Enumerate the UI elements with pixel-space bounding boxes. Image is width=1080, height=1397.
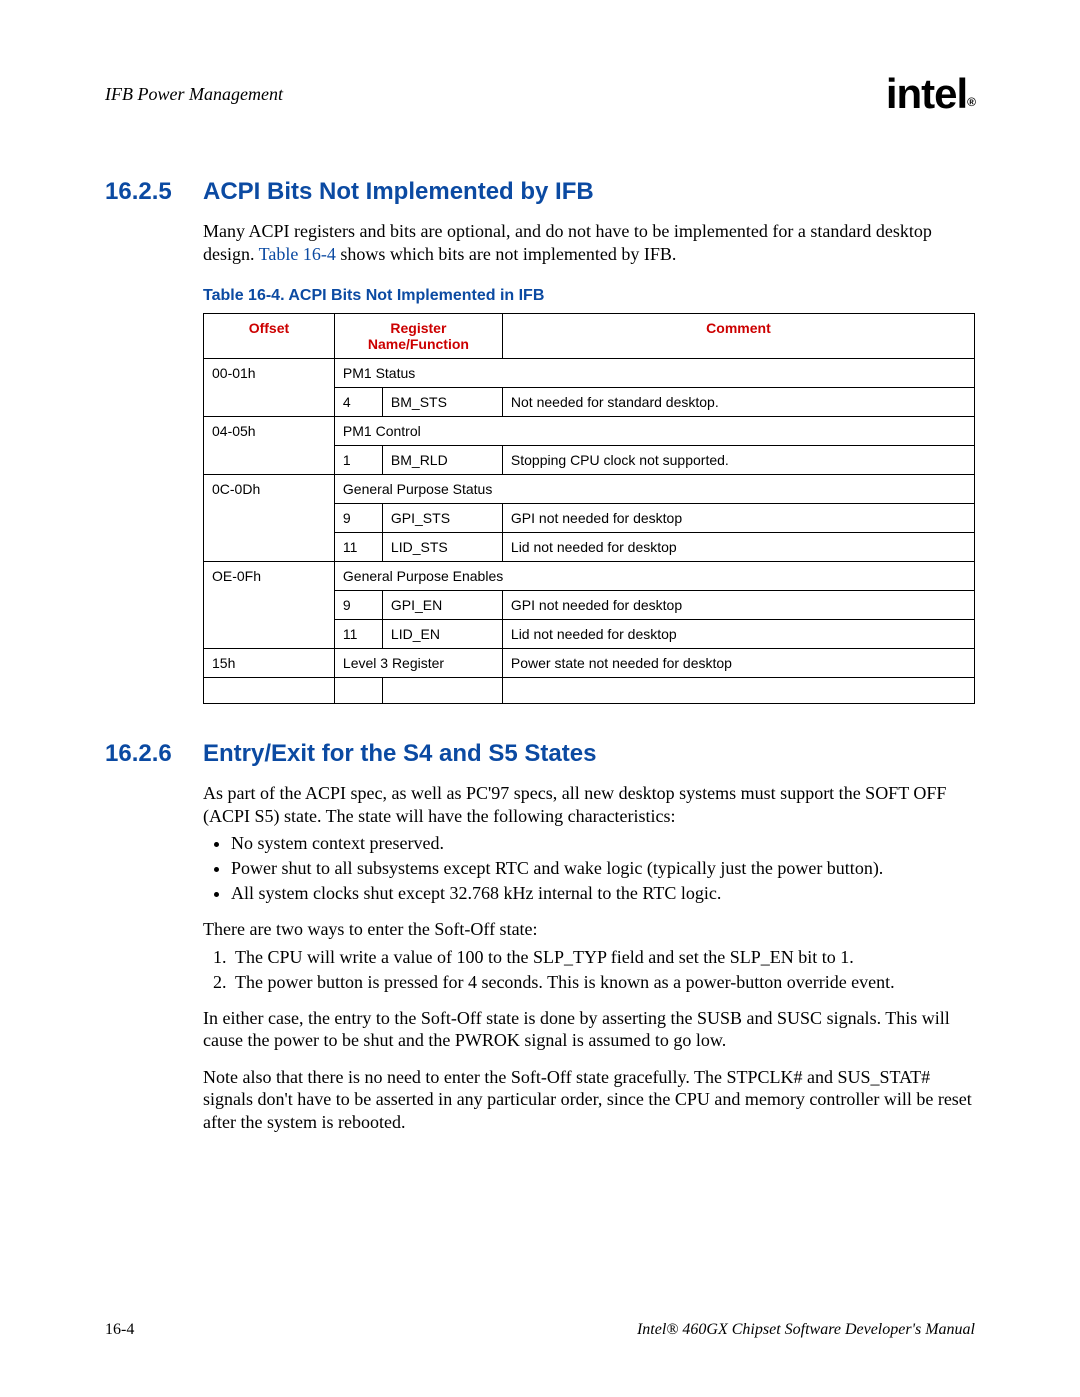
para: There are two ways to enter the Soft-Off… xyxy=(203,918,975,941)
cell-bit: 11 xyxy=(334,533,382,562)
table-row: 0C-0Dh General Purpose Status xyxy=(204,475,975,504)
cell-comment: Not needed for standard desktop. xyxy=(502,388,974,417)
cell-empty xyxy=(382,678,502,704)
section-number: 16.2.5 xyxy=(105,178,203,206)
bullet-list: No system context preserved. Power shut … xyxy=(231,833,975,904)
page-number: 16-4 xyxy=(105,1321,134,1339)
section-body: As part of the ACPI spec, as well as PC'… xyxy=(203,782,975,1133)
cell-offset: 0C-0Dh xyxy=(204,475,335,562)
logo-text: intel xyxy=(886,70,967,117)
list-item: The CPU will write a value of 100 to the… xyxy=(231,947,975,968)
cell-empty xyxy=(204,678,335,704)
cell-name: BM_STS xyxy=(382,388,502,417)
cell-offset: OE-0Fh xyxy=(204,562,335,649)
cell-comment: Lid not needed for desktop xyxy=(502,533,974,562)
intro-para: Many ACPI registers and bits are optiona… xyxy=(203,220,975,265)
para: In either case, the entry to the Soft-Of… xyxy=(203,1007,975,1052)
table-header-row: Offset Register Name/Function Comment xyxy=(204,314,975,359)
col-comment: Comment xyxy=(502,314,974,359)
section-title: Entry/Exit for the S4 and S5 States xyxy=(203,740,596,768)
cell-comment: Stopping CPU clock not supported. xyxy=(502,446,974,475)
list-item: No system context preserved. xyxy=(231,833,975,854)
cell-comment: GPI not needed for desktop xyxy=(502,504,974,533)
cell-group: General Purpose Enables xyxy=(334,562,974,591)
cell-empty xyxy=(334,678,382,704)
page-header: IFB Power Management intel® xyxy=(105,70,975,118)
col-offset: Offset xyxy=(204,314,335,359)
cell-comment: Lid not needed for desktop xyxy=(502,620,974,649)
cell-name: Level 3 Register xyxy=(334,649,502,678)
numbered-list: The CPU will write a value of 100 to the… xyxy=(231,947,975,993)
section-heading: 16.2.5 ACPI Bits Not Implemented by IFB xyxy=(105,178,975,206)
cell-offset: 04-05h xyxy=(204,417,335,475)
cell-bit: 4 xyxy=(334,388,382,417)
acpi-bits-table: Offset Register Name/Function Comment 00… xyxy=(203,313,975,704)
list-item: All system clocks shut except 32.768 kHz… xyxy=(231,883,975,904)
table-caption: Table 16-4. ACPI Bits Not Implemented in… xyxy=(203,287,975,305)
section-body: Many ACPI registers and bits are optiona… xyxy=(203,220,975,704)
cell-bit: 9 xyxy=(334,591,382,620)
cell-comment: Power state not needed for desktop xyxy=(502,649,974,678)
cell-name: GPI_STS xyxy=(382,504,502,533)
table-row: 00-01h PM1 Status xyxy=(204,359,975,388)
cell-bit: 11 xyxy=(334,620,382,649)
section-number: 16.2.6 xyxy=(105,740,203,768)
col-name: Register Name/Function xyxy=(334,314,502,359)
table-row: 04-05h PM1 Control xyxy=(204,417,975,446)
cell-bit: 9 xyxy=(334,504,382,533)
para: As part of the ACPI spec, as well as PC'… xyxy=(203,782,975,827)
cell-offset: 15h xyxy=(204,649,335,678)
cell-comment: GPI not needed for desktop xyxy=(502,591,974,620)
table-row: 15h Level 3 Register Power state not nee… xyxy=(204,649,975,678)
page-footer: 16-4 Intel® 460GX Chipset Software Devel… xyxy=(105,1321,975,1339)
cell-name: BM_RLD xyxy=(382,446,502,475)
section-heading: 16.2.6 Entry/Exit for the S4 and S5 Stat… xyxy=(105,740,975,768)
cell-name: LID_STS xyxy=(382,533,502,562)
list-item: Power shut to all subsystems except RTC … xyxy=(231,858,975,879)
manual-title: Intel® 460GX Chipset Software Developer'… xyxy=(637,1321,975,1339)
para-text-post: shows which bits are not implemented by … xyxy=(336,244,676,264)
table-ref-link[interactable]: Table 16-4 xyxy=(259,244,336,264)
cell-group: PM1 Control xyxy=(334,417,974,446)
para: Note also that there is no need to enter… xyxy=(203,1066,975,1134)
cell-bit: 1 xyxy=(334,446,382,475)
cell-offset: 00-01h xyxy=(204,359,335,417)
section-title: ACPI Bits Not Implemented by IFB xyxy=(203,178,594,206)
list-item: The power button is pressed for 4 second… xyxy=(231,972,975,993)
table-row: OE-0Fh General Purpose Enables xyxy=(204,562,975,591)
cell-name: GPI_EN xyxy=(382,591,502,620)
intel-logo: intel® xyxy=(886,70,975,118)
cell-group: PM1 Status xyxy=(334,359,974,388)
cell-name: LID_EN xyxy=(382,620,502,649)
cell-group: General Purpose Status xyxy=(334,475,974,504)
cell-empty xyxy=(502,678,974,704)
table-row-empty xyxy=(204,678,975,704)
registered-icon: ® xyxy=(967,95,975,109)
chapter-name: IFB Power Management xyxy=(105,84,283,105)
